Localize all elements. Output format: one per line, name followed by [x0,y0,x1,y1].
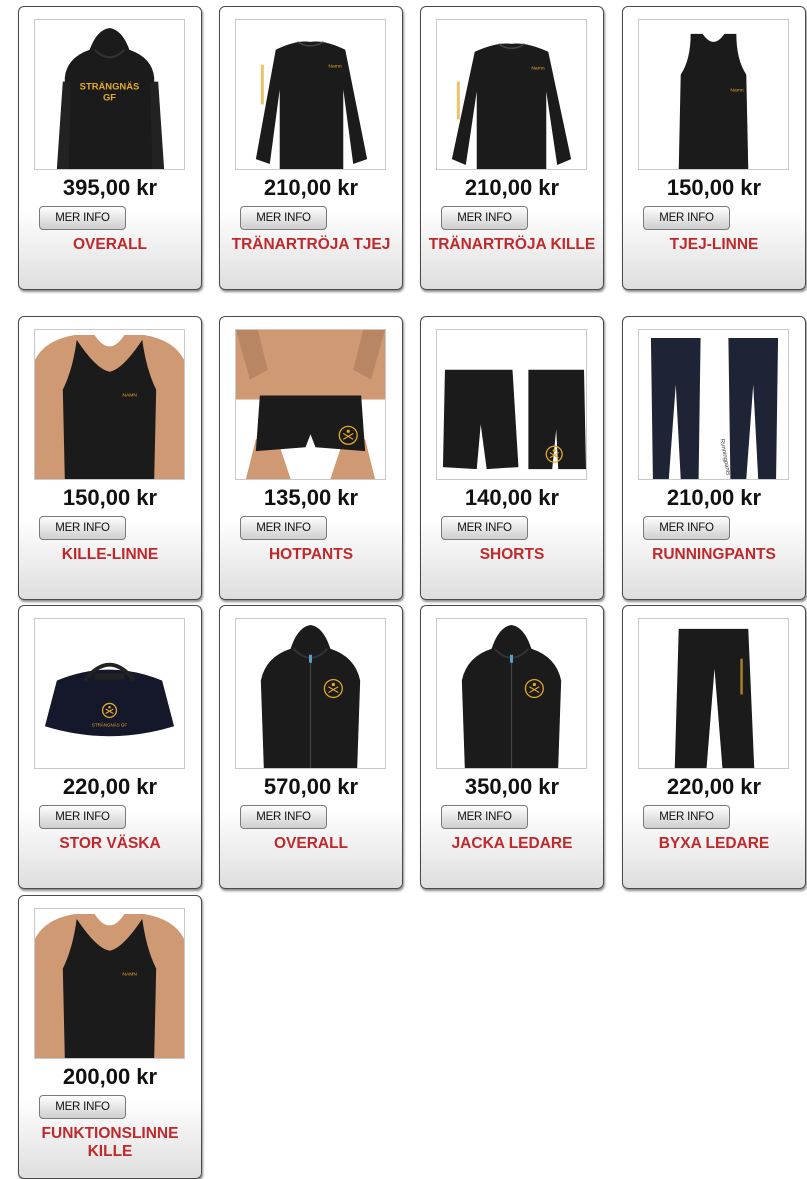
mer-info-button[interactable]: MER INFO [441,206,528,230]
svg-text:Namn: Namn [328,64,341,70]
product-card[interactable]: STRÄNGNÄS GF 220,00 kr MER INFO STOR VÄS… [18,605,202,889]
product-card[interactable]: 135,00 kr MER INFO HOTPANTS [219,316,403,600]
tank-top-women-image: Namn [678,33,749,169]
product-price: 210,00 kr [263,175,359,200]
product-name[interactable]: RUNNINGPANTS [627,546,801,564]
product-price: 200,00 kr [62,1064,158,1089]
svg-text:Namn: Namn [531,66,544,72]
product-image[interactable]: STRÄNGNÄS GF [34,618,185,769]
svg-text:Namn: Namn [730,88,743,94]
product-name[interactable]: TRÄNARTRÖJA TJEJ [224,236,398,254]
shorts-image [442,369,586,470]
mer-info-button[interactable]: MER INFO [39,206,126,230]
product-name[interactable]: OVERALL [23,236,197,254]
mer-info-button[interactable]: MER INFO [643,805,730,829]
mer-info-button[interactable]: MER INFO [39,805,126,829]
mer-info-button[interactable]: MER INFO [240,206,327,230]
running-tights-image: Runningpants [650,337,779,479]
mer-info-button[interactable]: MER INFO [643,206,730,230]
product-card[interactable]: 220,00 kr MER INFO BYXA LEDARE [622,605,806,889]
product-card[interactable]: Namn 210,00 kr MER INFO TRÄNARTRÖJA KILL… [420,6,604,290]
track-pants-image [674,628,755,768]
product-name[interactable]: TJEJ-LINNE [627,236,801,254]
hotpants-image [236,330,385,479]
long-sleeve-women-image: Namn [255,41,368,169]
product-name[interactable]: TRÄNARTRÖJA KILLE [425,236,599,254]
hoodie-back-print-image: STRÄNGNÄS GF [56,27,165,169]
product-name[interactable]: HOTPANTS [224,546,398,564]
product-price: 140,00 kr [464,485,560,510]
product-image[interactable]: Namn [638,19,789,170]
svg-text:STRÄNGNÄS: STRÄNGNÄS [80,81,140,92]
mer-info-button[interactable]: MER INFO [441,805,528,829]
svg-text:GF: GF [103,91,116,102]
product-name[interactable]: JACKA LEDARE [425,835,599,853]
product-image[interactable] [436,618,587,769]
svg-text:NAMN: NAMN [122,972,137,978]
mer-info-button[interactable]: MER INFO [39,1095,126,1119]
product-name[interactable]: BYXA LEDARE [627,835,801,853]
mer-info-button[interactable]: MER INFO [643,516,730,540]
product-image[interactable]: Namn [436,19,587,170]
svg-text:STRÄNGNÄS GF: STRÄNGNÄS GF [92,721,128,727]
product-name[interactable]: SHORTS [425,546,599,564]
product-image[interactable] [436,329,587,480]
product-price: 220,00 kr [666,774,762,799]
product-name[interactable]: STOR VÄSKA [23,835,197,853]
product-name[interactable]: KILLE-LINNE [23,546,197,564]
mer-info-button[interactable]: MER INFO [441,516,528,540]
product-card[interactable]: Runningpants 210,00 kr MER INFO RUNNINGP… [622,316,806,600]
mer-info-button[interactable]: MER INFO [240,805,327,829]
product-card[interactable]: NAMN 200,00 kr MER INFO FUNKTIONSLINNE K… [18,895,202,1179]
product-price: 220,00 kr [62,774,158,799]
product-price: 395,00 kr [62,175,158,200]
product-price: 150,00 kr [62,485,158,510]
product-price: 150,00 kr [666,175,762,200]
mer-info-button[interactable]: MER INFO [39,516,126,540]
svg-text:Runningpants: Runningpants [718,439,730,476]
product-image[interactable]: Namn [235,19,386,170]
mer-info-button[interactable]: MER INFO [240,516,327,540]
duffel-bag-image: STRÄNGNÄS GF [44,662,175,737]
product-name[interactable]: FUNKTIONSLINNE KILLE [23,1125,197,1161]
product-card[interactable]: 140,00 kr MER INFO SHORTS [420,316,604,600]
product-image[interactable] [235,329,386,480]
product-name[interactable]: OVERALL [224,835,398,853]
zip-hoodie-image [260,624,361,768]
product-card[interactable]: Namn 210,00 kr MER INFO TRÄNARTRÖJA TJEJ [219,6,403,290]
product-card[interactable]: NAMN 150,00 kr MER INFO KILLE-LINNE [18,316,202,600]
product-price: 570,00 kr [263,774,359,799]
product-price: 210,00 kr [666,485,762,510]
product-image[interactable]: STRÄNGNÄS GF [34,19,185,170]
product-price: 210,00 kr [464,175,560,200]
product-card[interactable]: STRÄNGNÄS GF 395,00 kr MER INFO OVERALL [18,6,202,290]
svg-text:NAMN: NAMN [122,393,137,399]
product-image[interactable]: NAMN [34,908,185,1059]
tank-top-men-image: NAMN [35,334,184,479]
product-image[interactable]: Runningpants [638,329,789,480]
long-sleeve-men-image: Namn [451,43,572,169]
zip-hoodie-image [461,624,562,768]
product-card[interactable]: Namn 150,00 kr MER INFO TJEJ-LINNE [622,6,806,290]
product-price: 135,00 kr [263,485,359,510]
tank-top-men-image: NAMN [35,913,184,1058]
product-image[interactable] [638,618,789,769]
product-image[interactable] [235,618,386,769]
product-card[interactable]: 570,00 kr MER INFO OVERALL [219,605,403,889]
product-card[interactable]: 350,00 kr MER INFO JACKA LEDARE [420,605,604,889]
product-image[interactable]: NAMN [34,329,185,480]
product-price: 350,00 kr [464,774,560,799]
